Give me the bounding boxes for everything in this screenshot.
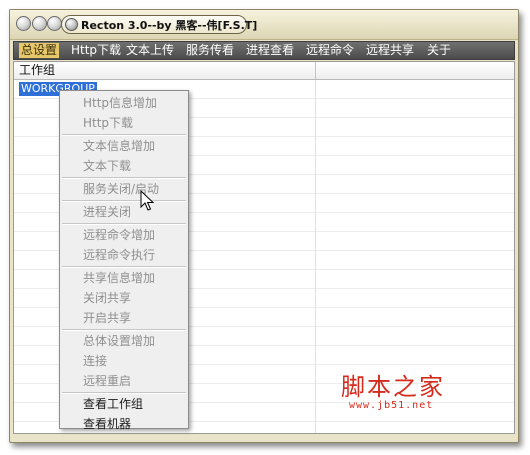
menu-item-3[interactable]: 服务传看 [184,43,236,58]
context-menu-item: 远程命令增加 [83,228,156,242]
menu-item-0[interactable]: 总设置 [19,43,60,58]
menu-item-1[interactable]: Http下载 [69,43,123,58]
context-menu-item[interactable]: 查看工作组 [62,394,186,414]
context-menu-item: 文本下载 [83,159,132,173]
context-menu-item: 远程重启 [83,374,132,388]
watermark: 脚本之家 www.jb51.net [341,374,491,411]
context-menu-item: Http信息增加 [83,96,158,110]
column-header-workgroup[interactable]: 工作组 [14,62,316,79]
column-divider [315,80,316,433]
watermark-url: www.jb51.net [349,400,434,411]
context-menu-item: Http下载 [83,116,134,130]
menu-item-2[interactable]: 文本上传 [124,43,176,58]
context-menu-item: 文本信息增加 [83,139,156,153]
window-title: Recton 3.0--by 黑客--伟[F.S.T] [81,19,258,32]
close-window-button[interactable] [16,16,31,31]
context-menu-item: 总体设置增加 [83,334,156,348]
app-icon [65,18,78,31]
title-capsule: Recton 3.0--by 黑客--伟[F.S.T] [61,15,257,34]
context-menu: Http信息增加 Http下载文本信息增加 文本下载服务关闭/启动 进程关闭远程命令增… [59,90,189,431]
menu-bar: 总设置 Http下载 文本上传 服务传看 进程查看 远程命令 远程共享 关于 [13,41,515,60]
context-menu-item: 关闭共享 [83,291,132,305]
context-menu-item: 服务关闭/启动 [83,182,160,196]
context-menu-item[interactable]: 查看机器 [62,414,186,434]
list-header: 工作组 [14,62,514,80]
column-header-empty[interactable] [316,62,514,79]
menu-item-5[interactable]: 远程命令 [304,43,356,58]
context-menu-item: 开启共享 [83,311,132,325]
mouse-pointer-icon [140,190,154,211]
context-menu-item: 共享信息增加 [83,271,156,285]
minimize-window-button[interactable] [32,16,47,31]
title-bar: Recton 3.0--by 黑客--伟[F.S.T] [10,10,518,40]
context-menu-item: 进程关闭 [83,205,132,219]
maximize-window-button[interactable] [47,16,62,31]
menu-item-4[interactable]: 进程查看 [244,43,296,58]
context-menu-item: 连接 [83,354,108,368]
context-menu-item: 远程命令执行 [83,248,156,262]
menu-item-6[interactable]: 远程共享 [364,43,416,58]
menu-item-7[interactable]: 关于 [425,43,453,58]
watermark-main: 脚本之家 [341,373,445,401]
